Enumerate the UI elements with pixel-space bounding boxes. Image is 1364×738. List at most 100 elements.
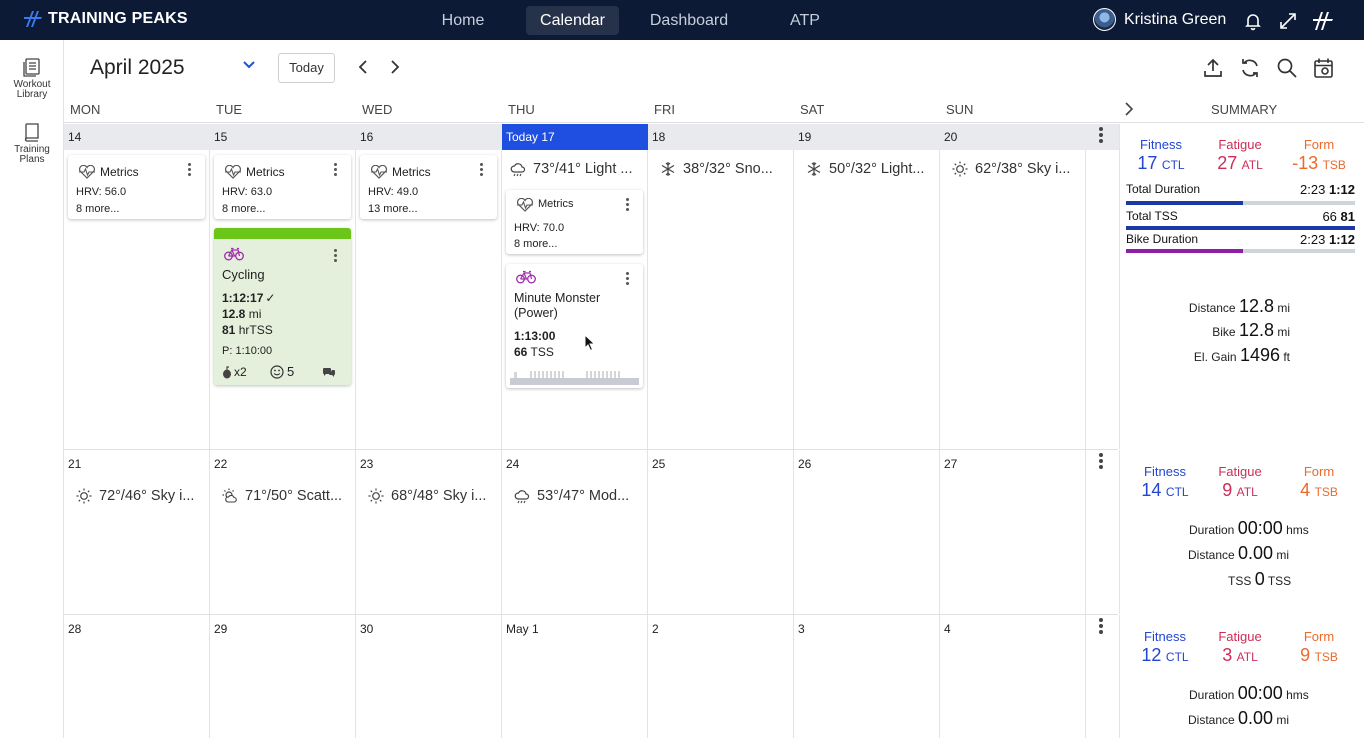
day-cell-wed[interactable]: 23 68°/48° Sky i... [356,450,502,614]
day-cell-thu[interactable]: May 1 [502,615,648,738]
date-label: 15 [210,124,356,150]
distance-unit: mi [1277,301,1290,315]
trainingpeaks-logo[interactable]: TRAINING PEAKS [24,10,188,28]
day-cell-sat[interactable]: 19 50°/32° Light... [794,124,940,449]
metrics-card[interactable]: Metrics HRV: 63.0 8 more... [214,155,351,219]
today-button[interactable]: Today [278,53,335,83]
card-menu-icon[interactable] [626,198,629,213]
day-cell-fri[interactable]: 18 38°/32° Sno... [648,124,794,449]
bike-icon [516,270,536,284]
form-label: Form [1303,137,1335,152]
sun-icon [952,161,968,177]
card-menu-icon[interactable] [188,163,191,178]
total-duration-label: Total Duration [1126,182,1201,196]
day-cell-sat[interactable]: 3 [794,615,940,738]
week-options-icon[interactable] [1099,127,1103,145]
form-label: Form [1303,629,1335,644]
weather-forecast[interactable]: 71°/50° Scatt... [222,488,342,504]
form-value: -13 TSB [1274,153,1364,174]
day-cell-tue[interactable]: 29 [210,615,356,738]
date-label: 26 [798,457,812,471]
workout-distance: 12.8 [222,307,246,321]
week-summary[interactable]: Fitness 14 CTL Fatigue 9 ATL Form 4 TSB … [1119,450,1364,614]
workout-card-minute-monster[interactable]: Minute Monster (Power) 1:13:00 66 TSS [506,264,643,388]
weather-forecast[interactable]: 73°/41° Light ... [510,161,632,177]
nav-dashboard[interactable]: Dashboard [636,6,742,35]
user-menu[interactable]: Kristina Green [1093,8,1226,31]
day-cell-fri[interactable]: 2 [648,615,794,738]
nav-atp[interactable]: ATP [778,6,832,35]
hrv-value: HRV: 56.0 [76,186,127,198]
week-options-icon[interactable] [1099,618,1103,636]
comments-icon[interactable] [322,367,336,378]
distance-label: Distance [1188,548,1235,562]
day-cell-sun[interactable]: 20 62°/38° Sky i... [940,124,1086,449]
feel-group[interactable]: 5 [270,364,294,379]
sidebar-item-training-plans[interactable]: Training Plans [0,123,64,165]
expand-icon[interactable] [1277,10,1299,32]
day-cell-sat[interactable]: 26 [794,450,940,614]
weather-forecast[interactable]: 38°/32° Sno... [660,161,773,177]
more-link[interactable]: 13 more... [368,203,418,215]
search-icon[interactable] [1276,57,1298,79]
rain-cloud-icon [514,489,530,503]
duration-label: Duration [1189,523,1235,537]
weather-forecast[interactable]: 72°/46° Sky i... [76,488,194,504]
weather-forecast[interactable]: 50°/32° Light... [806,161,924,177]
sun-icon [368,488,384,504]
nav-calendar[interactable]: Calendar [526,6,619,35]
chevron-left-icon[interactable] [357,59,369,75]
day-cell-thu-today[interactable]: Today 17 73°/41° Light ... Metrics HRV: … [502,124,648,449]
weather-forecast[interactable]: 68°/48° Sky i... [368,488,486,504]
day-cell-thu[interactable]: 24 53°/47° Mod... [502,450,648,614]
form-value: 9 TSB [1274,645,1364,666]
workout-duration: 1:13:00 [514,329,556,343]
calendar-settings-icon[interactable] [1313,57,1335,79]
weather-forecast[interactable]: 62°/38° Sky i... [952,161,1070,177]
upload-icon[interactable] [1202,57,1224,79]
sync-icon[interactable] [1239,57,1261,79]
chevron-right-icon[interactable] [1124,102,1134,116]
weather-forecast[interactable]: 53°/47° Mod... [514,488,629,504]
tss-unit: TSS [1267,574,1292,588]
day-cell-tue[interactable]: 15 Metrics HRV: 63.0 8 more... Cycling 1… [210,124,356,449]
date-label: 16 [356,124,502,150]
day-cell-fri[interactable]: 25 [648,450,794,614]
day-cell-sun[interactable]: 27 [940,450,1086,614]
more-link[interactable]: 8 more... [514,238,557,250]
day-cell-wed[interactable]: 30 [356,615,502,738]
card-menu-icon[interactable] [626,272,629,287]
more-link[interactable]: 8 more... [222,203,265,215]
week-options-icon[interactable] [1099,453,1103,471]
week-summary[interactable]: Fitness 12 CTL Fatigue 3 ATL Form 9 TSB … [1119,615,1364,738]
metrics-card[interactable]: Metrics HRV: 70.0 8 more... [506,190,643,254]
total-duration-progress [1126,201,1355,205]
metrics-card[interactable]: Metrics HRV: 56.0 8 more... [68,155,205,219]
card-menu-icon[interactable] [480,163,483,178]
distance-label: Distance [1188,301,1236,315]
month-title[interactable]: April 2025 [90,56,185,80]
chevron-down-icon[interactable] [242,60,256,70]
workout-distance-row: 12.8 mi [222,307,261,321]
day-cell-mon[interactable]: 21 72°/46° Sky i... [64,450,210,614]
day-cell-sun[interactable]: 4 [940,615,1086,738]
card-menu-icon[interactable] [334,249,337,264]
day-cell-wed[interactable]: 16 Metrics HRV: 49.0 13 more... [356,124,502,449]
trainingpeaks-apps-icon[interactable] [1312,10,1336,32]
more-link[interactable]: 8 more... [76,203,119,215]
workout-card-cycling[interactable]: Cycling 1:12:17 ✓ 12.8 mi 81 hrTSS P: 1:1… [214,228,351,385]
nav-home[interactable]: Home [428,6,498,35]
date-label: 25 [652,457,666,471]
day-cell-tue[interactable]: 22 71°/50° Scatt... [210,450,356,614]
bell-icon[interactable] [1242,10,1264,32]
day-cell-mon[interactable]: 14 Metrics HRV: 56.0 8 more... [64,124,210,449]
day-cell-mon[interactable]: 28 [64,615,210,738]
date-label: 19 [794,124,940,150]
metrics-card[interactable]: Metrics HRV: 49.0 13 more... [360,155,497,219]
sidebar-item-workout-library[interactable]: Workout Library [0,58,64,100]
card-menu-icon[interactable] [334,163,337,178]
likes-group[interactable]: x2 [222,365,247,379]
week-summary[interactable]: Fitness 17 CTL Fatigue 27 ATL Form -13 T… [1119,124,1364,449]
chevron-right-icon[interactable] [389,59,401,75]
form-unit: TSB [1314,650,1338,664]
